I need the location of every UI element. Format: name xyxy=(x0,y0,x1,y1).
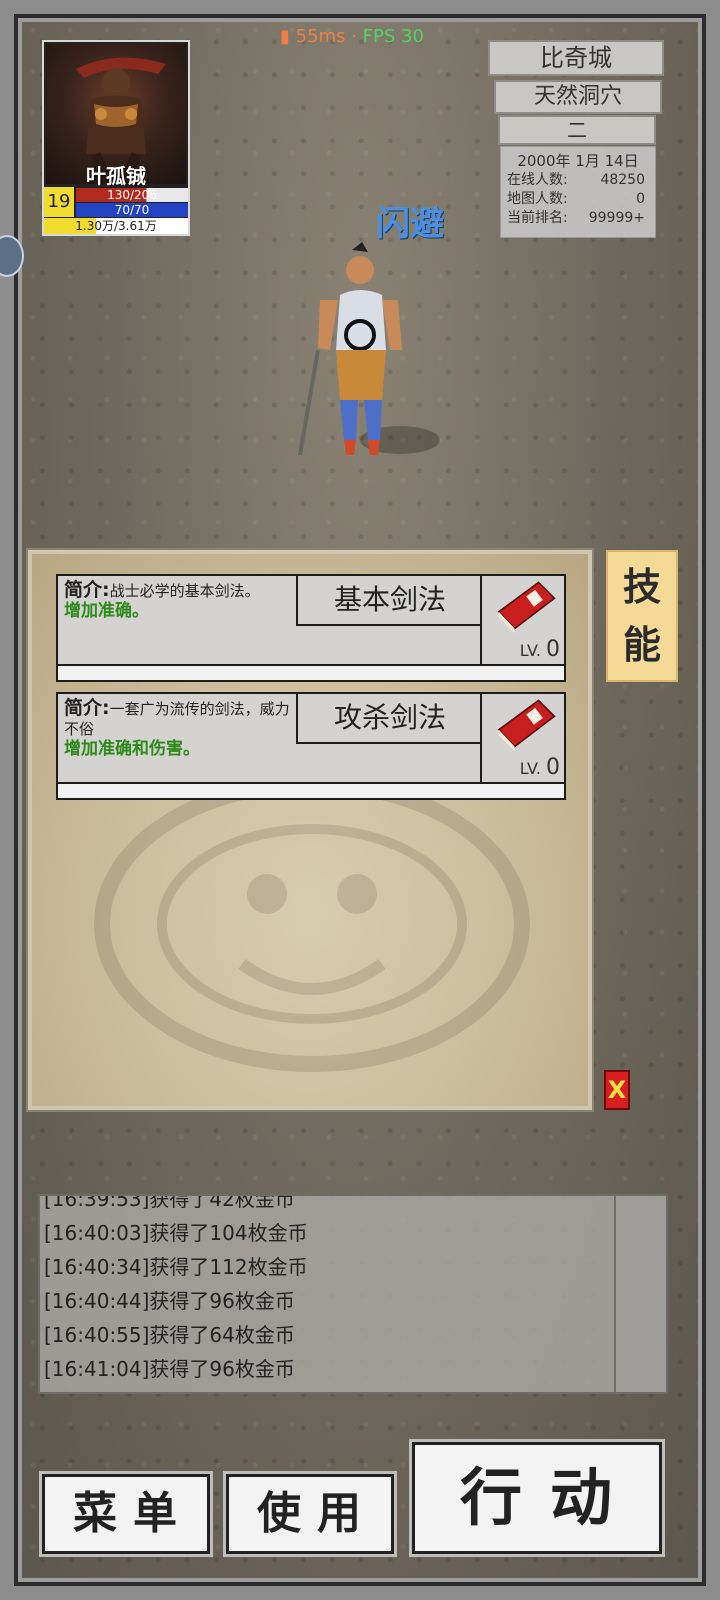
stat-value: 0 xyxy=(636,191,645,207)
city-name: 比奇城 xyxy=(488,40,664,76)
desc-label: 简介: xyxy=(64,579,110,601)
stat-row: 当前排名: 99999+ xyxy=(501,209,655,228)
exp-bar: 1.30万/3.61万 xyxy=(44,218,188,234)
skill-name: 基本剑法 xyxy=(296,576,482,626)
stat-label: 在线人数: xyxy=(507,172,568,188)
use-button[interactable]: 使用 xyxy=(226,1474,394,1554)
area-name: 天然洞穴 xyxy=(494,80,662,114)
combat-floating-text: 闪避 xyxy=(376,204,444,244)
skill-card[interactable]: 简介:一套广为流传的剑法，威力不俗 增加准确和伤害。 攻杀剑法 LV. 0 xyxy=(56,692,566,800)
skill-card[interactable]: 简介:战士必学的基本剑法。 增加准确。 基本剑法 LV. 0 xyxy=(56,574,566,682)
exp-text: 1.30万/3.61万 xyxy=(75,219,157,233)
log-scrollbar[interactable] xyxy=(614,1196,666,1392)
fps-text: FPS 30 xyxy=(362,26,424,47)
skill-description: 简介:一套广为流传的剑法，威力不俗 增加准确和伤害。 xyxy=(64,698,290,759)
lv-label: LV. xyxy=(519,759,541,778)
player-status-panel[interactable]: 叶孤铖 19 130/206 70/70 1.30万/3.61万 xyxy=(42,40,190,236)
skill-description: 简介:战士必学的基本剑法。 增加准确。 xyxy=(64,580,290,621)
skill-book[interactable]: LV. 0 xyxy=(480,694,568,782)
separator: · xyxy=(351,26,357,47)
message-log[interactable]: [16:39:53]获得了42枚金币 [16:40:03]获得了104枚金币 [… xyxy=(38,1194,668,1394)
level-badge: 19 xyxy=(44,187,74,217)
skill-level: LV. 0 xyxy=(520,755,560,780)
skill-exp-strip xyxy=(58,664,564,680)
game-date: 2000年 1月 14日 xyxy=(517,152,639,170)
stat-value: 99999+ xyxy=(588,210,645,226)
stat-row: 在线人数: 48250 xyxy=(501,171,655,190)
log-line: [16:40:55]获得了64枚金币 xyxy=(44,1323,295,1347)
signal-icon: ▮ xyxy=(280,26,290,47)
skill-effect: 增加准确。 xyxy=(64,601,149,621)
skill-level: LV. 0 xyxy=(520,637,560,662)
floor-name: 二 xyxy=(498,115,656,145)
mp-bar: 70/70 xyxy=(76,203,188,217)
skills-panel: 简介:战士必学的基本剑法。 增加准确。 基本剑法 LV. 0 简介:一套广为流传… xyxy=(26,548,594,1112)
skills-tab[interactable]: 技 能 xyxy=(606,550,678,682)
red-book-icon xyxy=(497,699,556,752)
skill-exp-strip xyxy=(58,782,564,798)
menu-button[interactable]: 菜单 xyxy=(42,1474,210,1554)
skills-tab-char: 能 xyxy=(622,623,661,667)
lv-value: 0 xyxy=(546,755,560,780)
skill-name: 攻杀剑法 xyxy=(296,694,482,744)
hp-bar: 130/206 xyxy=(76,188,188,202)
log-line: [16:40:44]获得了96枚金币 xyxy=(44,1289,295,1313)
action-button[interactable]: 行动 xyxy=(412,1442,662,1554)
skill-book[interactable]: LV. 0 xyxy=(480,576,568,664)
log-line: [16:39:53]获得了42枚金币 xyxy=(44,1194,295,1211)
network-status: ▮ 55ms · FPS 30 xyxy=(280,26,424,47)
log-line: [16:41:04]获得了96枚金币 xyxy=(44,1357,295,1381)
log-lines: [16:39:53]获得了42枚金币 [16:40:03]获得了104枚金币 [… xyxy=(44,1194,614,1386)
stat-value: 48250 xyxy=(600,172,645,188)
player-character-sprite[interactable] xyxy=(290,240,440,490)
skills-tab-char: 技 xyxy=(622,565,661,609)
skill-effect: 增加准确和伤害。 xyxy=(64,739,200,759)
log-line: [16:40:34]获得了112枚金币 xyxy=(44,1255,308,1279)
close-panel-button[interactable]: X xyxy=(604,1070,630,1110)
player-name: 叶孤铖 xyxy=(86,164,146,188)
red-book-icon xyxy=(497,581,556,634)
desc-text: 战士必学的基本剑法。 xyxy=(109,582,260,600)
ping-text: 55ms xyxy=(295,26,346,47)
lv-label: LV. xyxy=(519,641,541,660)
log-line: [16:40:03]获得了104枚金币 xyxy=(44,1221,308,1245)
server-info-panel: 2000年 1月 14日 在线人数: 48250 地图人数: 0 当前排名: 9… xyxy=(500,146,656,238)
stat-label: 地图人数: xyxy=(507,191,568,207)
stat-row: 地图人数: 0 xyxy=(501,190,655,209)
stat-label: 当前排名: xyxy=(507,210,568,226)
lv-value: 0 xyxy=(546,637,560,662)
desc-label: 简介: xyxy=(64,697,110,719)
dragon-seal-icon xyxy=(94,776,530,1072)
